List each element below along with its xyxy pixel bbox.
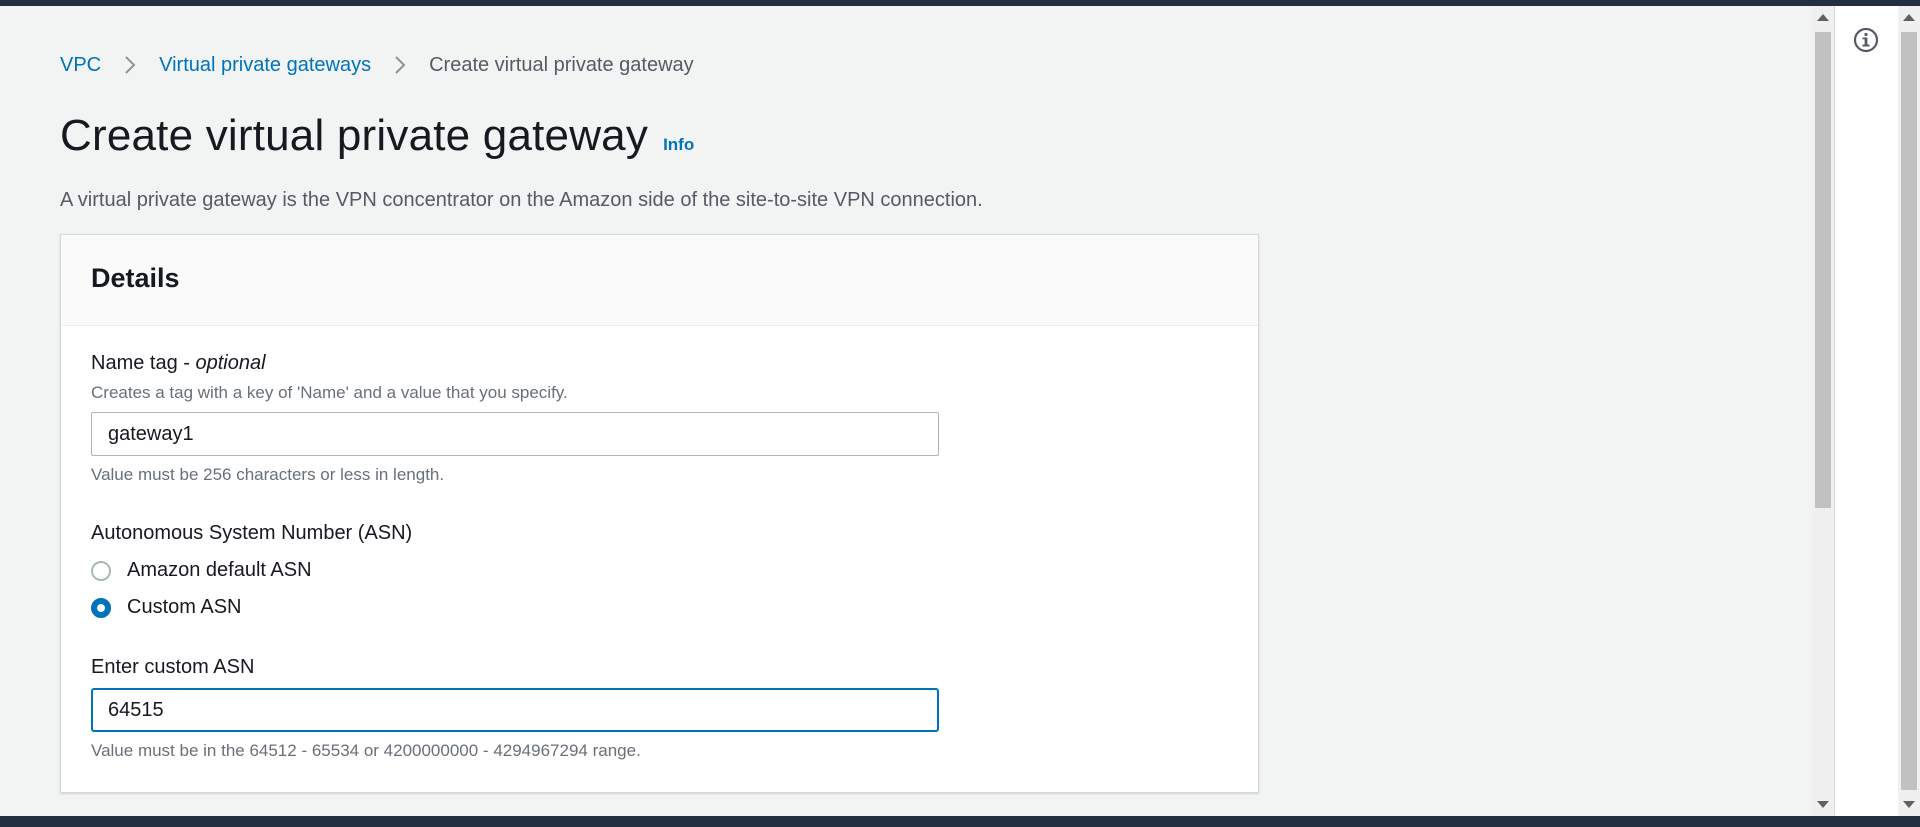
radio-custom-asn[interactable]: Custom ASN: [91, 596, 241, 619]
radio-button-checked[interactable]: [91, 597, 111, 618]
details-panel: Details Name tag - optional Creates a ta…: [60, 234, 1259, 793]
scroll-thumb[interactable]: [1815, 32, 1831, 508]
chevron-right-icon: [395, 56, 406, 74]
scroll-thumb[interactable]: [1901, 32, 1917, 790]
breadcrumb-current: Create virtual private gateway: [429, 53, 694, 76]
scroll-down-arrow[interactable]: [1817, 801, 1829, 808]
name-tag-description: Creates a tag with a key of 'Name' and a…: [91, 383, 568, 402]
breadcrumb: VPC Virtual private gateways Create virt…: [60, 50, 694, 80]
custom-asn-constraint: Value must be in the 64512 - 65534 or 42…: [91, 741, 641, 760]
details-panel-header: Details: [61, 235, 1258, 326]
main-content: VPC Virtual private gateways Create virt…: [0, 6, 1812, 816]
main-scrollbar[interactable]: [1812, 6, 1834, 816]
scroll-down-arrow[interactable]: [1903, 801, 1915, 808]
page-header: Create virtual private gateway Info: [60, 111, 694, 161]
scroll-up-arrow[interactable]: [1903, 14, 1915, 21]
help-side-panel: [1834, 6, 1898, 816]
asn-label: Autonomous System Number (ASN): [91, 522, 413, 544]
name-tag-optional: optional: [195, 352, 266, 374]
breadcrumb-vpc-link[interactable]: VPC: [60, 54, 101, 77]
radio-label: Amazon default ASN: [127, 559, 312, 581]
breadcrumb-virtual-private-gateways-link[interactable]: Virtual private gateways: [159, 54, 371, 77]
page-scrollbar[interactable]: [1898, 6, 1920, 816]
details-title: Details: [91, 263, 180, 293]
custom-asn-label: Enter custom ASN: [91, 656, 255, 678]
scroll-up-arrow[interactable]: [1817, 14, 1829, 21]
info-link[interactable]: Info: [663, 135, 694, 155]
name-tag-label-text: Name tag -: [91, 352, 196, 374]
chevron-right-icon: [125, 56, 136, 74]
radio-amazon-default-asn[interactable]: Amazon default ASN: [91, 559, 312, 582]
name-tag-constraint: Value must be 256 characters or less in …: [91, 465, 445, 484]
bottom-bar: [0, 816, 1920, 827]
page-title: Create virtual private gateway: [60, 111, 649, 160]
page-description: A virtual private gateway is the VPN con…: [60, 189, 983, 211]
custom-asn-input[interactable]: [91, 688, 939, 732]
name-tag-input[interactable]: [91, 412, 939, 456]
radio-button[interactable]: [91, 560, 111, 581]
radio-label: Custom ASN: [127, 596, 242, 618]
info-circle-icon[interactable]: [1852, 26, 1880, 54]
name-tag-label: Name tag - optional: [91, 352, 266, 375]
